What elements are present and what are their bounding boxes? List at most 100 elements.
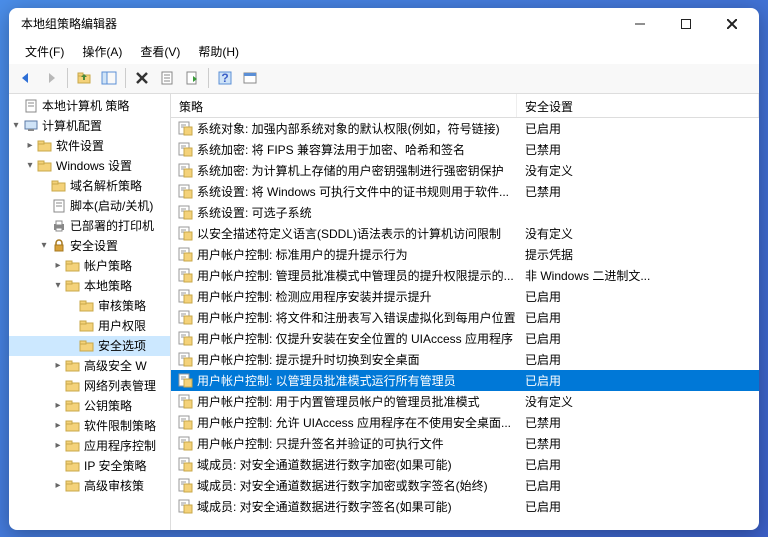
policy-setting: 没有定义 [517,393,759,410]
menu-file[interactable]: 文件(F) [17,41,72,62]
tree-user-rights-icon [79,318,95,334]
expander-icon[interactable]: ▸ [51,260,65,271]
column-policy[interactable]: 策略 [171,94,517,117]
policy-icon [177,141,193,157]
policy-name: 系统加密: 将 FIPS 兼容算法用于加密、哈希和签名 [197,141,517,158]
tree-advanced-audit[interactable]: ▸高级审核策 [9,476,170,496]
list-row[interactable]: 用户帐户控制: 允许 UIAccess 应用程序在不使用安全桌面... 已禁用 [171,412,759,433]
list-row[interactable]: 域成员: 对安全通道数据进行数字签名(如果可能) 已启用 [171,496,759,517]
export-button[interactable] [181,67,203,89]
svg-text:?: ? [221,71,228,85]
menu-view[interactable]: 查看(V) [132,41,188,62]
tree-network-list[interactable]: 网络列表管理 [9,376,170,396]
policy-name: 用户帐户控制: 管理员批准模式中管理员的提升权限提示的... [197,267,517,284]
policy-icon [177,183,193,199]
tree-software-settings-icon [37,138,53,154]
tree-ip-security[interactable]: IP 安全策略 [9,456,170,476]
tree-windows-settings[interactable]: ▾Windows 设置 [9,156,170,176]
tree-root-icon [23,98,39,114]
show-hide-tree-button[interactable] [98,67,120,89]
list-row[interactable]: 用户帐户控制: 以管理员批准模式运行所有管理员 已启用 [171,370,759,391]
list-row[interactable]: 用户帐户控制: 检测应用程序安装并提示提升 已启用 [171,286,759,307]
policy-setting: 没有定义 [517,225,759,242]
column-setting[interactable]: 安全设置 [517,94,759,117]
tree-public-key[interactable]: ▸公钥策略 [9,396,170,416]
tree-audit-policy-icon [79,298,95,314]
expander-icon[interactable]: ▸ [51,440,65,451]
forward-button[interactable] [40,67,62,89]
tree-printers[interactable]: 已部署的打印机 [9,216,170,236]
list-row[interactable]: 用户帐户控制: 只提升签名并验证的可执行文件 已禁用 [171,433,759,454]
tree-audit-policy[interactable]: 审核策略 [9,296,170,316]
tree-scripts[interactable]: 脚本(启动/关机) [9,196,170,216]
tree-app-control-icon [65,438,81,454]
menubar: 文件(F) 操作(A) 查看(V) 帮助(H) [9,40,759,64]
list-row[interactable]: 系统加密: 将 FIPS 兼容算法用于加密、哈希和签名 已禁用 [171,139,759,160]
tree-user-rights[interactable]: 用户权限 [9,316,170,336]
tree-account-policies[interactable]: ▸帐户策略 [9,256,170,276]
tree-security-options[interactable]: 安全选项 [9,336,170,356]
action-button[interactable] [239,67,261,89]
list-body[interactable]: 系统对象: 加强内部系统对象的默认权限(例如，符号链接) 已启用 系统加密: 将… [171,118,759,530]
list-row[interactable]: 域成员: 对安全通道数据进行数字加密(如果可能) 已启用 [171,454,759,475]
tree-pane[interactable]: 本地计算机 策略▾计算机配置▸软件设置▾Windows 设置域名解析策略脚本(启… [9,94,171,530]
back-button[interactable] [15,67,37,89]
policy-setting: 已禁用 [517,183,759,200]
properties-button[interactable] [156,67,178,89]
expander-icon[interactable]: ▸ [51,360,65,371]
menu-action[interactable]: 操作(A) [74,41,130,62]
expander-icon[interactable]: ▸ [51,480,65,491]
expander-icon[interactable]: ▸ [23,140,37,151]
list-row[interactable]: 用户帐户控制: 仅提升安装在安全位置的 UIAccess 应用程序 已启用 [171,328,759,349]
tree-computer-config[interactable]: ▾计算机配置 [9,116,170,136]
policy-icon [177,225,193,241]
tree-root[interactable]: 本地计算机 策略 [9,96,170,116]
policy-setting: 已启用 [517,456,759,473]
list-row[interactable]: 用户帐户控制: 标准用户的提升提示行为 提示凭据 [171,244,759,265]
tree-advanced-audit-icon [65,478,81,494]
tree-advanced-firewall[interactable]: ▸高级安全 W [9,356,170,376]
minimize-button[interactable] [617,8,663,40]
up-button[interactable] [73,67,95,89]
list-row[interactable]: 域成员: 对安全通道数据进行数字加密或数字签名(始终) 已启用 [171,475,759,496]
list-row[interactable]: 系统设置: 将 Windows 可执行文件中的证书规则用于软件... 已禁用 [171,181,759,202]
delete-button[interactable] [131,67,153,89]
tree-app-control[interactable]: ▸应用程序控制 [9,436,170,456]
tree-printers-icon [51,218,67,234]
help-button[interactable]: ? [214,67,236,89]
toolbar: ? [9,64,759,94]
tree-software-settings[interactable]: ▸软件设置 [9,136,170,156]
policy-name: 系统对象: 加强内部系统对象的默认权限(例如，符号链接) [197,120,517,137]
tree-computer-config-icon [23,118,39,134]
tree-local-policies[interactable]: ▾本地策略 [9,276,170,296]
list-row[interactable]: 系统对象: 加强内部系统对象的默认权限(例如，符号链接) 已启用 [171,118,759,139]
list-row[interactable]: 用户帐户控制: 管理员批准模式中管理员的提升权限提示的... 非 Windows… [171,265,759,286]
maximize-button[interactable] [663,8,709,40]
tree-name-resolution[interactable]: 域名解析策略 [9,176,170,196]
policy-icon [177,435,193,451]
expander-icon[interactable]: ▾ [9,120,23,131]
list-row[interactable]: 以安全描述符定义语言(SDDL)语法表示的计算机访问限制 没有定义 [171,223,759,244]
policy-name: 用户帐户控制: 仅提升安装在安全位置的 UIAccess 应用程序 [197,330,517,347]
expander-icon[interactable]: ▸ [51,400,65,411]
expander-icon[interactable]: ▾ [23,160,37,171]
list-row[interactable]: 用户帐户控制: 提示提升时切换到安全桌面 已启用 [171,349,759,370]
tree-security-settings[interactable]: ▾安全设置 [9,236,170,256]
close-button[interactable] [709,8,755,40]
expander-icon[interactable]: ▾ [37,240,51,251]
list-row[interactable]: 系统设置: 可选子系统 [171,202,759,223]
tree-local-policies-icon [65,278,81,294]
list-row[interactable]: 系统加密: 为计算机上存储的用户密钥强制进行强密钥保护 没有定义 [171,160,759,181]
policy-name: 用户帐户控制: 提示提升时切换到安全桌面 [197,351,517,368]
tree-software-restrict[interactable]: ▸软件限制策略 [9,416,170,436]
policy-icon [177,372,193,388]
menu-help[interactable]: 帮助(H) [190,41,247,62]
expander-icon[interactable]: ▸ [51,420,65,431]
policy-icon [177,393,193,409]
toolbar-separator [67,68,68,88]
list-row[interactable]: 用户帐户控制: 将文件和注册表写入错误虚拟化到每用户位置 已启用 [171,307,759,328]
policy-name: 以安全描述符定义语言(SDDL)语法表示的计算机访问限制 [197,225,517,242]
expander-icon[interactable]: ▾ [51,280,65,291]
tree-security-options-icon [79,338,95,354]
list-row[interactable]: 用户帐户控制: 用于内置管理员帐户的管理员批准模式 没有定义 [171,391,759,412]
